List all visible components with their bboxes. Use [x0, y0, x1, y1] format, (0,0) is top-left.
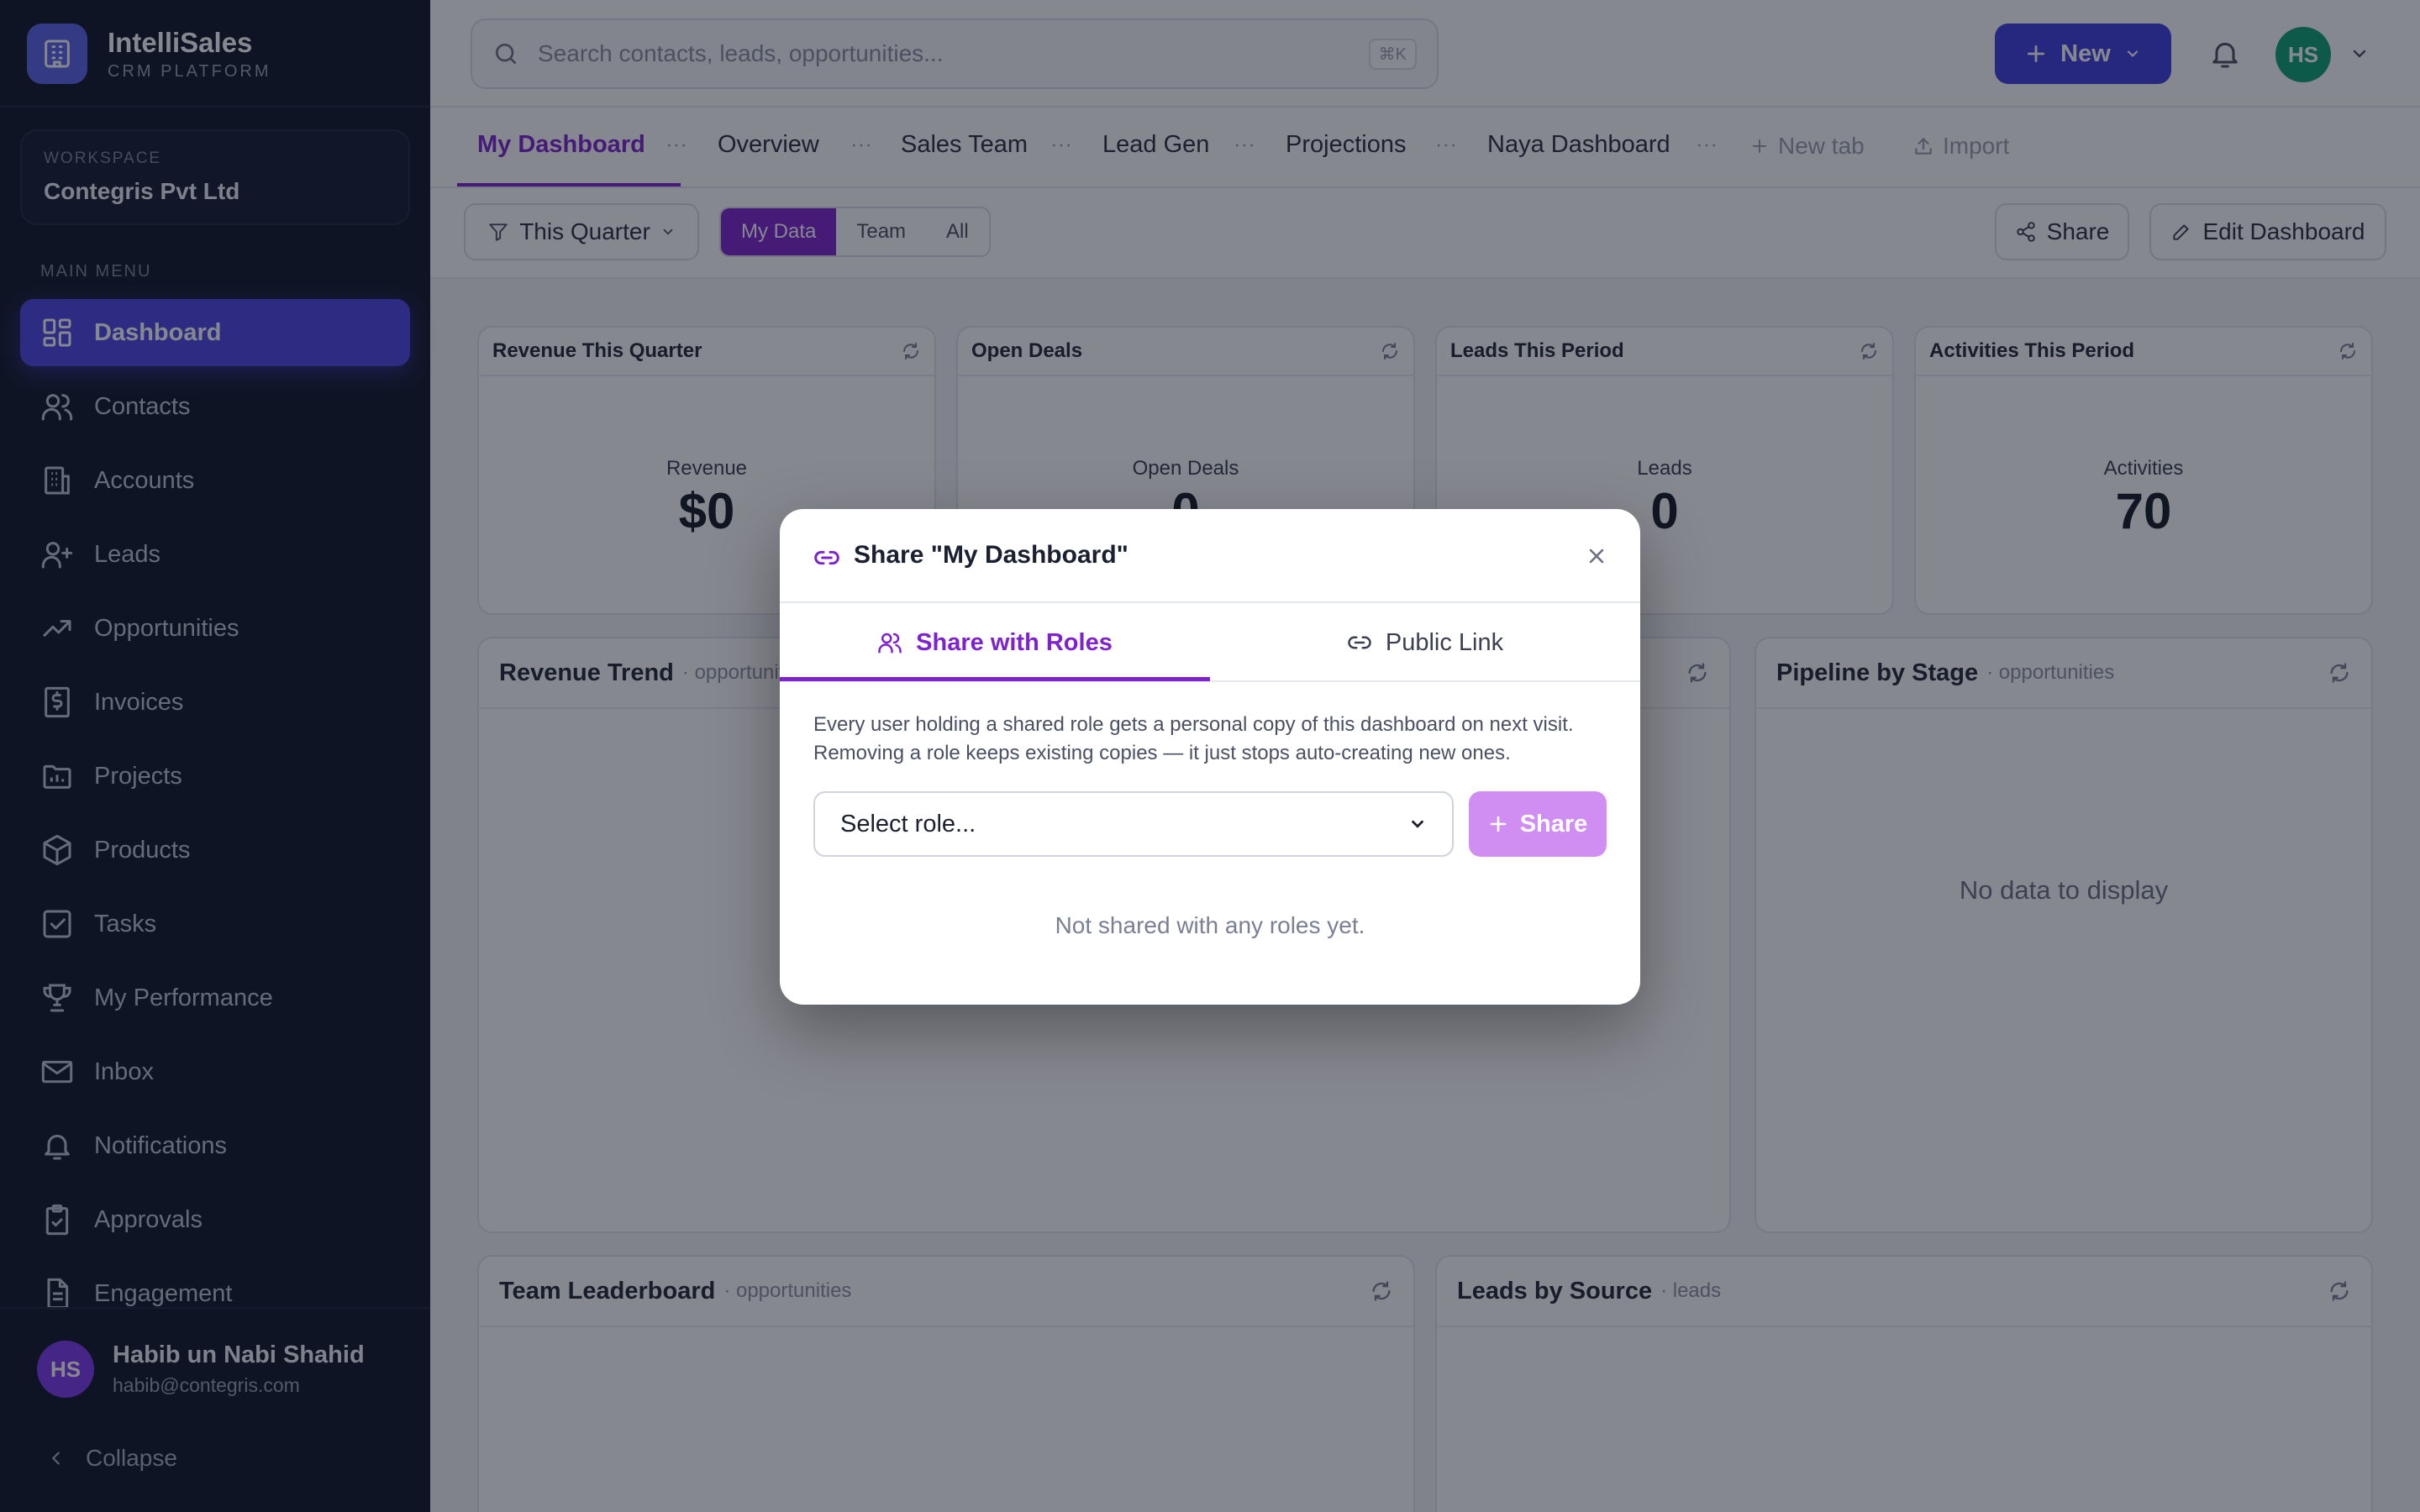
- add-role-share-button[interactable]: Share: [1469, 791, 1607, 857]
- dialog-title: Share "My Dashboard": [854, 541, 1128, 569]
- active-tab-indicator: [780, 677, 1210, 681]
- share-dialog: Share "My Dashboard" Share with Roles Pu…: [780, 509, 1640, 1005]
- close-icon[interactable]: [1585, 544, 1608, 568]
- description-line: Removing a role keeps existing copies — …: [813, 742, 1511, 764]
- description-line: Every user holding a shared role gets a …: [813, 713, 1574, 736]
- users-icon: [878, 633, 902, 654]
- empty-roles-message: Not shared with any roles yet.: [1055, 912, 1365, 938]
- share-button-label: Share: [1519, 810, 1588, 837]
- tab-label: Share with Roles: [916, 628, 1113, 656]
- tab-label: Public Link: [1385, 628, 1504, 656]
- tab-public-link[interactable]: Public Link: [1210, 603, 1640, 682]
- dialog-tabs: Share with Roles Public Link: [780, 603, 1640, 682]
- dialog-header: Share "My Dashboard": [780, 509, 1640, 603]
- dialog-description: Every user holding a shared role gets a …: [813, 711, 1612, 768]
- tab-share-with-roles[interactable]: Share with Roles: [780, 603, 1210, 682]
- plus-icon: [1490, 816, 1506, 832]
- link-icon: [814, 550, 839, 565]
- role-select[interactable]: Select role...: [813, 791, 1454, 857]
- link-icon: [1348, 636, 1371, 649]
- role-select-value: Select role...: [840, 810, 976, 837]
- chevron-down-icon: [1412, 820, 1423, 828]
